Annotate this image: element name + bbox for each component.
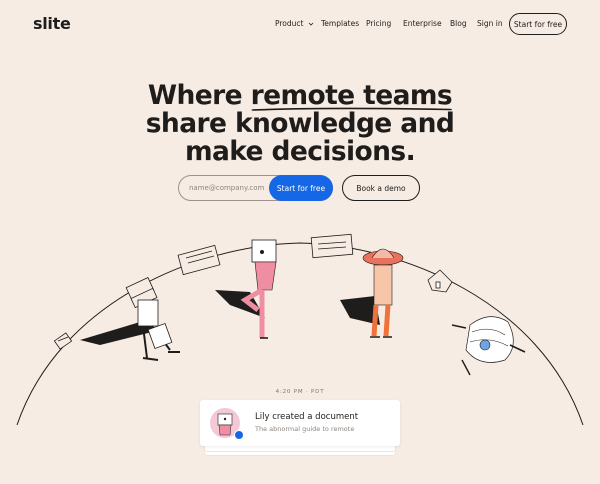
house-icon [427,269,453,293]
hero-title-line-1: Where remote teams [100,80,500,111]
activity-title: Lily created a document [255,412,359,422]
activity-time: 4:20 PM · PDT [275,389,325,395]
hero-title-prefix: Where [147,80,251,111]
activity-subtitle: The abnormal guide to remote [255,425,355,433]
email-field[interactable] [189,176,269,200]
top-nav: slite Product Templates Pricing Enterpri… [0,0,600,50]
hero-title-line-2: share knowledge and [145,108,455,139]
nav-item-product[interactable]: Product [275,19,314,28]
building-small-left-icon [53,332,73,350]
hand-drawn-underline-icon [251,107,452,111]
nav-item-enterprise[interactable]: Enterprise [403,19,442,28]
hero-title: Where remote teams share knowledge and m… [100,82,500,166]
person-yoga-pink-icon [215,239,277,339]
nav-item-pricing[interactable]: Pricing [366,19,391,28]
nav-start-free-button[interactable]: Start for free [509,13,567,35]
chevron-down-icon [308,22,314,26]
person-sombrero-icon [340,248,404,338]
start-for-free-button[interactable]: Start for free [269,175,333,201]
document-badge-icon [234,430,244,440]
building-center-icon [310,233,354,259]
nav-item-sign-in[interactable]: Sign in [477,19,503,28]
nav-item-blog[interactable]: Blog [450,19,467,28]
slite-logo[interactable]: slite [33,14,71,33]
nav-item-label: Product [275,19,304,28]
building-left-icon [177,244,221,276]
person-with-books-icon [80,277,180,361]
hero-title-highlight: remote teams [251,82,453,111]
person-tumbling-icon [451,316,526,376]
nav-item-templates[interactable]: Templates [321,19,359,28]
book-demo-button[interactable]: Book a demo [342,175,420,201]
hero-title-line-3: make decisions. [184,136,416,167]
activity-card[interactable]: Lily created a document The abnormal gui… [200,400,400,446]
